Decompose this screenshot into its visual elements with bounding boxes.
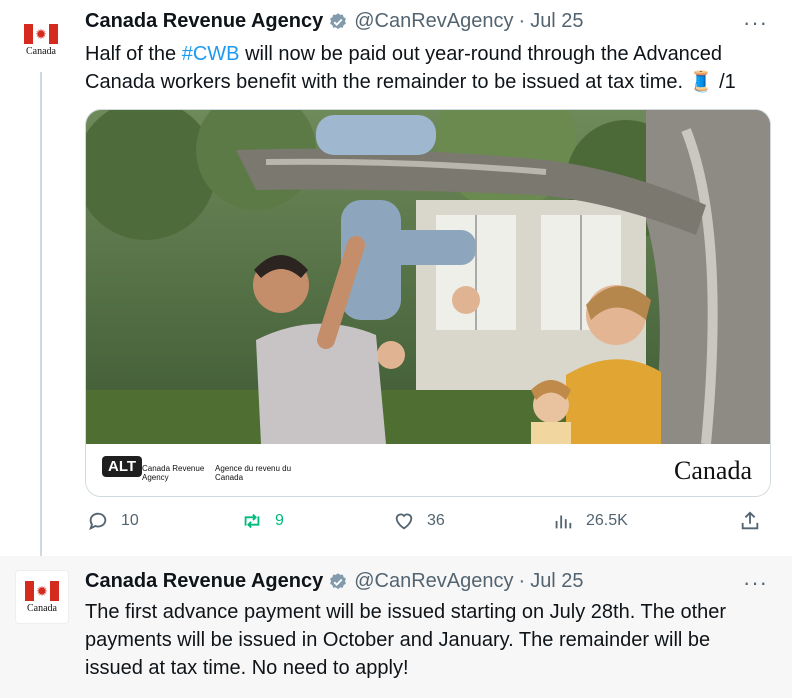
avatar[interactable]: ✹ Canada xyxy=(15,570,69,624)
avatar-wordmark: Canada xyxy=(26,45,56,57)
view-count: 26.5K xyxy=(586,512,628,529)
more-options-icon[interactable]: ··· xyxy=(743,10,768,36)
reply-icon xyxy=(89,512,107,531)
tweet-text: The first advance payment will be issued… xyxy=(85,601,727,679)
avatar[interactable]: ✹ Canada xyxy=(15,14,67,66)
reply-count: 10 xyxy=(121,512,139,529)
like-button[interactable]: 36 xyxy=(393,510,445,532)
tweet-date[interactable]: Jul 25 xyxy=(530,570,583,593)
tweet-1[interactable]: ✹ Canada Canada Revenue Agency @CanRevAg… xyxy=(0,0,792,560)
retweet-icon xyxy=(244,513,260,529)
family-photo xyxy=(86,110,770,444)
canada-flag-icon: ✹ xyxy=(25,580,59,601)
display-name[interactable]: Canada Revenue Agency xyxy=(85,10,323,33)
display-name[interactable]: Canada Revenue Agency xyxy=(85,570,323,593)
tweet-text-part: Half of the xyxy=(85,43,182,65)
verified-badge-icon xyxy=(330,572,347,589)
more-options-icon[interactable]: ··· xyxy=(743,570,768,596)
canada-wordmark: Canada xyxy=(674,456,752,485)
separator: · xyxy=(518,10,526,32)
tweet-date[interactable]: Jul 25 xyxy=(530,10,583,33)
handle[interactable]: @CanRevAgency xyxy=(354,570,513,593)
media-footer: ALT Canada Revenue Agency Agence du reve… xyxy=(86,444,770,496)
reply-button[interactable]: 10 xyxy=(87,510,139,532)
tweet-header: Canada Revenue Agency @CanRevAgency · Ju… xyxy=(85,10,584,33)
separator: · xyxy=(518,570,526,592)
tweet-media[interactable]: ALT Canada Revenue Agency Agence du reve… xyxy=(85,109,771,497)
heart-icon xyxy=(395,513,413,530)
handle[interactable]: @CanRevAgency xyxy=(354,10,513,33)
agency-name-en: Canada Revenue Agency xyxy=(142,464,205,482)
tweet-text: Half of the #CWB will now be paid out ye… xyxy=(85,40,765,96)
views-button[interactable]: 26.5K xyxy=(552,510,628,532)
action-bar: 10 9 36 26.5K xyxy=(85,510,765,540)
avatar-wordmark: Canada xyxy=(27,602,57,614)
thread-line xyxy=(40,72,42,560)
hashtag-link[interactable]: #CWB xyxy=(182,43,240,65)
like-count: 36 xyxy=(427,512,445,529)
agency-name-fr: Agence du revenu du Canada xyxy=(215,464,292,482)
retweet-button[interactable]: 9 xyxy=(241,510,284,532)
verified-badge-icon xyxy=(330,12,347,29)
tweet-header: Canada Revenue Agency @CanRevAgency · Ju… xyxy=(85,570,584,593)
alt-text-button[interactable]: ALT xyxy=(102,456,143,477)
retweet-count: 9 xyxy=(275,512,284,529)
canada-flag-icon: ✹ xyxy=(24,23,58,44)
share-icon xyxy=(741,511,759,530)
views-chart-icon xyxy=(555,515,572,529)
share-button[interactable] xyxy=(739,510,773,532)
